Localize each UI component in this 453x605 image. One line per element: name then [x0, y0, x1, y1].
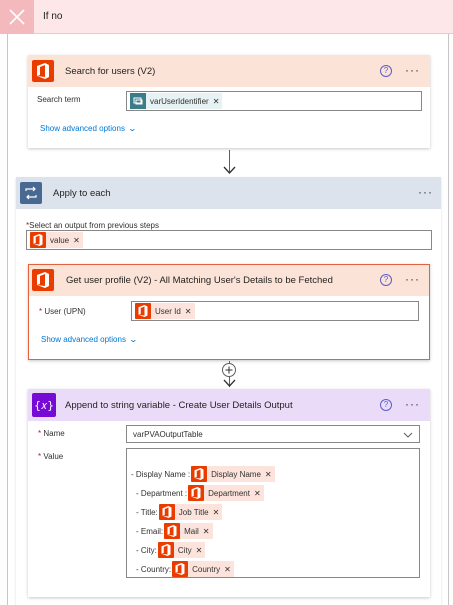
value-textarea[interactable]: - Display Name : Display Name ✕ - Depart…	[126, 448, 420, 578]
more-icon[interactable]: ···	[418, 186, 433, 198]
help-icon[interactable]: ?	[380, 274, 392, 286]
value-row-prefix: - Display Name :	[131, 469, 191, 479]
token-label: Mail	[184, 526, 199, 536]
arrow-down-icon	[223, 379, 236, 387]
token-country[interactable]: Country ✕	[172, 561, 234, 577]
token-var-user-identifier[interactable]: varUserIdentifier ✕	[130, 93, 223, 109]
apply-to-each-header[interactable]: Apply to each ···	[16, 177, 441, 209]
token-label: value	[50, 235, 70, 245]
advanced-link-label: Show advanced options	[41, 335, 126, 344]
token-label: Display Name	[211, 469, 261, 479]
more-icon[interactable]: ···	[405, 273, 420, 285]
help-icon[interactable]: ?	[380, 65, 392, 77]
token-label: Department	[208, 488, 250, 498]
search-users-card-header[interactable]: Search for users (V2) ? ···	[28, 55, 430, 87]
token-label: varUserIdentifier	[150, 96, 209, 106]
show-advanced-options-link[interactable]: Show advanced options ⌄	[40, 124, 137, 133]
value-row: - Email: Mail ✕	[136, 523, 213, 539]
remove-token-icon[interactable]: ✕	[265, 470, 272, 479]
value-row-prefix: - City:	[136, 545, 157, 555]
token-job-title[interactable]: Job Title ✕	[158, 504, 223, 520]
remove-token-icon[interactable]: ✕	[185, 307, 192, 316]
token-department[interactable]: Department ✕	[188, 485, 264, 501]
office-icon	[158, 504, 175, 520]
chevron-down-icon: ⌄	[127, 124, 137, 133]
append-string-title: Append to string variable - Create User …	[65, 400, 293, 411]
upn-label: * User (UPN)	[39, 307, 86, 316]
value-row: - Country: Country ✕	[136, 561, 234, 577]
token-mail[interactable]: Mail ✕	[164, 523, 213, 539]
name-select[interactable]: varPVAOutputTable	[126, 425, 420, 443]
value-row-prefix: - Department :	[136, 488, 188, 498]
remove-token-icon[interactable]: ✕	[196, 546, 203, 555]
append-string-card: {𝑥} Append to string variable - Create U…	[28, 389, 430, 597]
variable-icon: {𝑥}	[32, 393, 56, 417]
remove-token-icon[interactable]: ✕	[213, 508, 220, 517]
help-icon[interactable]: ?	[380, 399, 392, 411]
value-label: * Value	[38, 452, 64, 461]
token-label: Country	[192, 564, 221, 574]
token-city[interactable]: City ✕	[157, 542, 206, 558]
token-label: Job Title	[178, 507, 209, 517]
remove-token-icon[interactable]: ✕	[224, 565, 231, 574]
name-label: * Name	[38, 429, 65, 438]
upn-input[interactable]: User Id ✕	[131, 301, 419, 321]
value-row: - City: City ✕	[136, 542, 206, 558]
token-label: User Id	[155, 306, 181, 316]
search-users-card: Search for users (V2) ? ··· Search term …	[28, 55, 430, 148]
more-icon[interactable]: ···	[405, 64, 420, 76]
close-branch-button[interactable]	[0, 0, 34, 34]
value-row-prefix: - Title:	[136, 507, 158, 517]
chevron-down-icon: ⌄	[128, 335, 138, 344]
apply-to-each-title: Apply to each	[53, 188, 111, 199]
arrow-down-icon	[223, 166, 236, 174]
remove-token-icon[interactable]: ✕	[254, 489, 261, 498]
branch-header: If no	[0, 0, 453, 34]
office-icon	[157, 542, 174, 558]
insert-step-button[interactable]	[222, 363, 236, 377]
chevron-down-icon	[403, 432, 413, 438]
search-term-label: Search term	[37, 95, 81, 104]
remove-token-icon[interactable]: ✕	[213, 97, 220, 106]
office-icon	[188, 485, 205, 501]
svg-text:{𝑥}: {𝑥}	[34, 399, 54, 412]
select-output-input[interactable]: value ✕	[26, 230, 432, 250]
loop-icon	[20, 182, 42, 204]
office-icon	[135, 303, 151, 319]
append-string-header[interactable]: {𝑥} Append to string variable - Create U…	[28, 389, 430, 421]
token-label: City	[177, 545, 192, 555]
remove-token-icon[interactable]: ✕	[203, 527, 210, 536]
get-user-profile-header[interactable]: Get user profile (V2) - All Matching Use…	[29, 265, 429, 296]
value-row: - Display Name : Display Name ✕	[131, 466, 275, 482]
variable-icon	[130, 93, 146, 109]
branch-title: If no	[43, 11, 63, 22]
value-row: - Title: Job Title ✕	[136, 504, 223, 520]
office-icon	[191, 466, 208, 482]
office-icon	[32, 269, 54, 291]
select-output-label: *Select an output from previous steps	[26, 221, 159, 230]
remove-token-icon[interactable]: ✕	[73, 236, 80, 245]
value-row-prefix: - Email:	[136, 526, 164, 536]
office-icon	[32, 60, 54, 82]
show-advanced-options-link[interactable]: Show advanced options ⌄	[41, 335, 138, 344]
office-icon	[164, 523, 181, 539]
get-user-profile-card: Get user profile (V2) - All Matching Use…	[28, 264, 430, 360]
name-select-value: varPVAOutputTable	[133, 430, 203, 439]
search-term-input[interactable]: varUserIdentifier ✕	[126, 91, 422, 111]
office-icon	[172, 561, 189, 577]
search-users-title: Search for users (V2)	[65, 66, 156, 77]
value-row: - Department : Department ✕	[136, 485, 264, 501]
more-icon[interactable]: ···	[405, 398, 420, 410]
token-display-name[interactable]: Display Name ✕	[191, 466, 275, 482]
token-value[interactable]: value ✕	[30, 232, 83, 248]
plus-icon	[225, 366, 233, 374]
token-user-id[interactable]: User Id ✕	[135, 303, 195, 319]
advanced-link-label: Show advanced options	[40, 124, 125, 133]
office-icon	[30, 232, 46, 248]
close-icon	[9, 9, 25, 25]
get-user-profile-title: Get user profile (V2) - All Matching Use…	[66, 275, 333, 286]
value-row-prefix: - Country:	[136, 564, 172, 574]
